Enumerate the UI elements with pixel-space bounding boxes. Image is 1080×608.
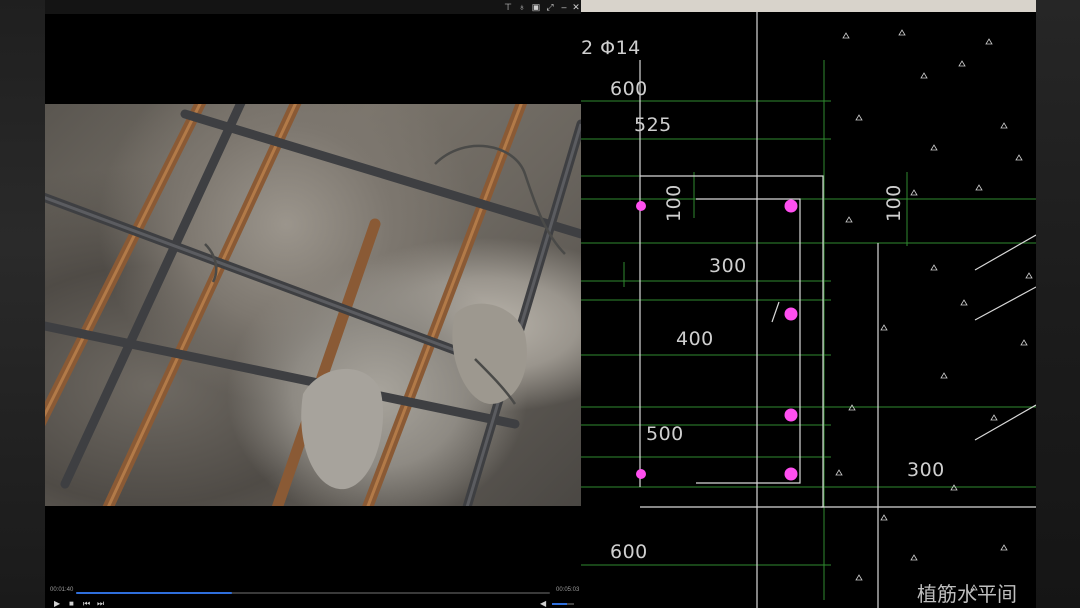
dimension-600-bottom: 600 — [610, 541, 648, 563]
playback-controls: 00:01:40 00:05:03 ▶ ■ ⏮ ⏭ ◀ — [45, 586, 581, 608]
cad-drawing: 2 Φ14 600 525 100 100 300 400 500 300 60… — [581, 0, 1036, 608]
dimension-500: 500 — [646, 423, 684, 445]
volume-icon[interactable]: ◀ — [540, 599, 546, 608]
fullscreen-icon[interactable]: ⤢ — [544, 1, 556, 13]
rebar-spec-label: 2 Φ14 — [581, 37, 641, 59]
progress-bar[interactable] — [76, 592, 550, 594]
dimension-600-top: 600 — [610, 78, 648, 100]
bulb-icon[interactable]: ♁ — [516, 1, 528, 13]
pin-icon[interactable]: ⊤ — [502, 1, 514, 13]
rebar-scene — [45, 104, 581, 506]
dimension-400: 400 — [676, 328, 714, 350]
video-player-window: ⊤ ♁ ▣ ⤢ – ✕ 00:01:40 00:05:03 ▶ ■ ⏮ ⏭ ◀ — [45, 0, 581, 608]
minimize-icon[interactable]: – — [558, 1, 570, 13]
dimension-525: 525 — [634, 114, 672, 136]
time-total: 00:05:03 — [556, 587, 580, 593]
dimension-300-right: 300 — [907, 459, 945, 481]
dimension-100-right: 100 — [883, 184, 905, 222]
next-icon[interactable]: ⏭ — [97, 599, 104, 608]
rebar-spacing-caption: 植筋水平间距250 — [917, 582, 1017, 606]
screenshot-icon[interactable]: ▣ — [530, 1, 542, 13]
time-elapsed: 00:01:40 — [50, 587, 74, 593]
cad-lines — [581, 12, 1036, 608]
background-left — [0, 0, 45, 608]
play-icon[interactable]: ▶ — [54, 599, 60, 608]
dimension-300: 300 — [709, 255, 747, 277]
player-titlebar: ⊤ ♁ ▣ ⤢ – ✕ — [45, 0, 581, 14]
close-icon[interactable]: ✕ — [570, 1, 582, 13]
volume-slider[interactable] — [552, 603, 574, 605]
video-frame[interactable] — [45, 104, 581, 506]
dimension-100-left: 100 — [663, 184, 685, 222]
volume-fill — [552, 603, 568, 605]
progress-fill — [76, 592, 233, 594]
background-right — [1036, 0, 1080, 608]
stop-icon[interactable]: ■ — [69, 599, 74, 608]
previous-icon[interactable]: ⏮ — [83, 599, 90, 608]
